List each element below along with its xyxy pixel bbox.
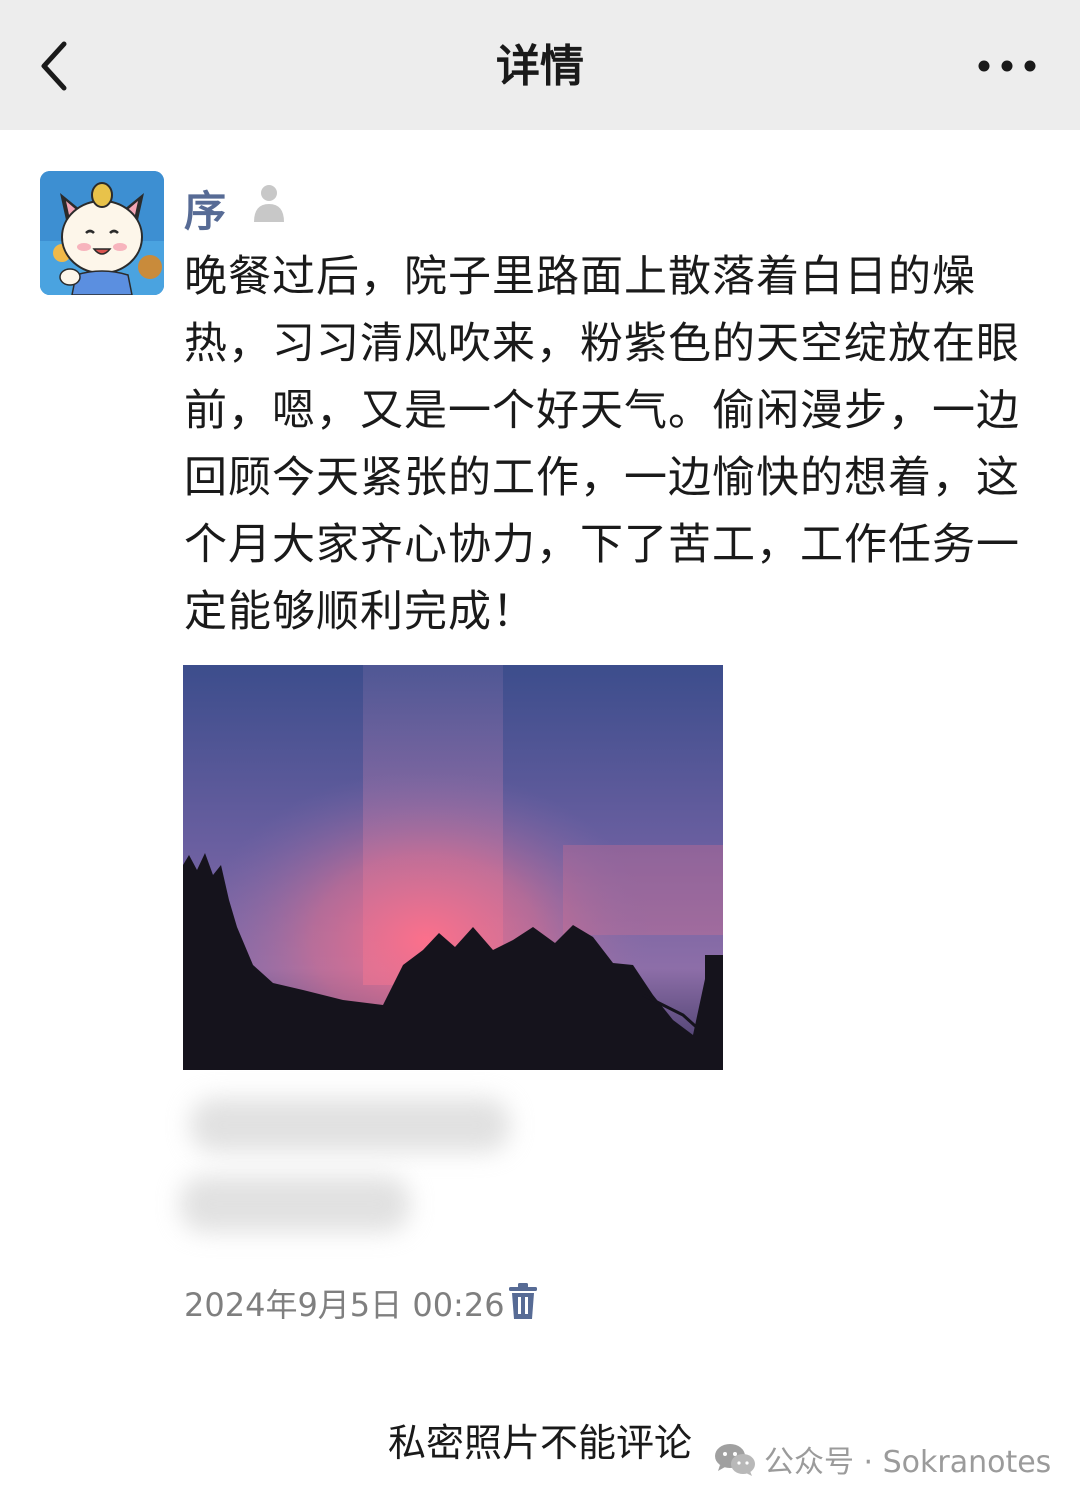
wechat-icon bbox=[715, 1444, 755, 1476]
post-text: 晚餐过后，院子里路面上散落着白日的燥热，习习清风吹来，粉紫色的天空绽放在眼前，嗯… bbox=[184, 252, 1020, 637]
nav-bar: 详情 bbox=[0, 0, 1080, 130]
post-author-name[interactable]: 序 bbox=[184, 178, 226, 239]
post-timestamp: 2024年9月5日 00:26 bbox=[184, 1286, 505, 1324]
chevron-left-icon bbox=[41, 41, 67, 91]
page-title: 详情 bbox=[496, 41, 584, 92]
trash-icon[interactable] bbox=[506, 1283, 540, 1321]
watermark-text: 公众号 · Sokranotes bbox=[764, 1445, 1052, 1480]
blurred-region bbox=[180, 1080, 540, 1250]
back-button[interactable] bbox=[28, 30, 88, 100]
post-photo[interactable] bbox=[183, 665, 723, 1070]
watermark: 公众号 · Sokranotes bbox=[712, 1436, 1051, 1482]
person-private-icon bbox=[254, 185, 284, 222]
more-button[interactable] bbox=[972, 40, 1042, 90]
avatar[interactable] bbox=[40, 171, 164, 295]
more-dots-icon bbox=[978, 60, 1036, 72]
